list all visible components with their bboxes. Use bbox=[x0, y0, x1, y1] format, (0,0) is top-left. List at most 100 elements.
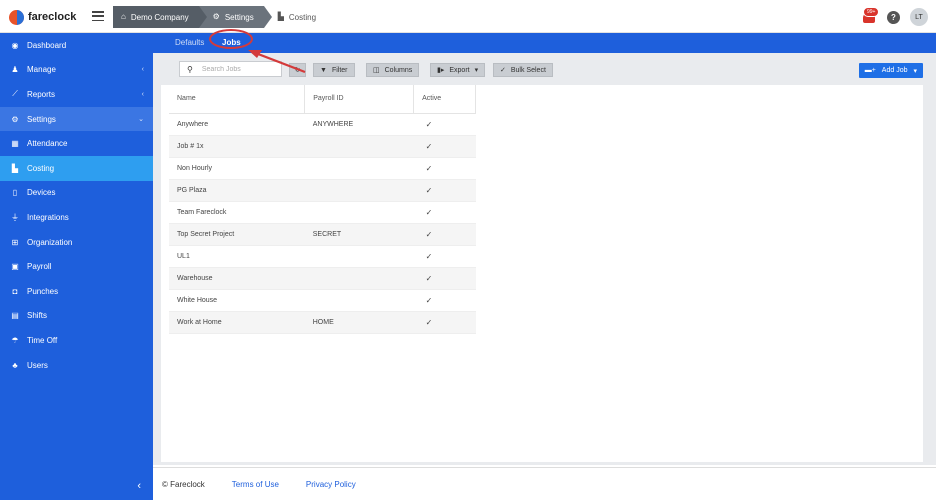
table-row[interactable]: Job # 1x ✓ bbox=[169, 135, 476, 158]
filter-button[interactable]: ▼ Filter bbox=[313, 63, 355, 77]
tab-defaults[interactable]: Defaults bbox=[175, 38, 204, 47]
table-row[interactable]: White House ✓ bbox=[169, 289, 476, 312]
sidebar-item-shifts[interactable]: ▤ Shifts bbox=[0, 304, 153, 329]
logo[interactable]: fareclock bbox=[9, 9, 76, 25]
user-icon: ♟ bbox=[11, 65, 19, 75]
sidebar: ◉ Dashboard ♟ Manage ‹ ⟋ Reports ‹ ⚙ Set… bbox=[0, 33, 153, 500]
payroll-id-cell bbox=[304, 157, 414, 180]
sidebar-item-dashboard[interactable]: ◉ Dashboard bbox=[0, 33, 153, 58]
hamburger-menu-icon[interactable] bbox=[92, 11, 104, 21]
sidebar-item-attendance[interactable]: ▦ Attendance bbox=[0, 131, 153, 156]
filter-label: Filter bbox=[331, 66, 348, 74]
dashboard-icon: ◉ bbox=[11, 40, 19, 50]
table-header-row: Name Payroll ID Active bbox=[169, 85, 476, 114]
sidebar-item-label: Attendance bbox=[27, 139, 68, 149]
refresh-icon: ↻ bbox=[294, 67, 301, 74]
table-row[interactable]: Warehouse ✓ bbox=[169, 267, 476, 290]
help-icon[interactable]: ? bbox=[887, 10, 900, 24]
chevron-left-icon: ‹ bbox=[141, 90, 144, 98]
breadcrumb-settings[interactable]: ⚙ Settings bbox=[198, 6, 272, 28]
sidebar-item-label: Manage bbox=[27, 65, 56, 75]
breadcrumb-costing[interactable]: ▙ Costing bbox=[263, 6, 327, 28]
bulk-select-button[interactable]: ✓ Bulk Select bbox=[493, 63, 553, 77]
sidebar-item-devices[interactable]: ▯ Devices bbox=[0, 181, 153, 206]
header-actions: 99+ ? LT bbox=[861, 7, 928, 27]
chevron-down-icon: ⌄ bbox=[138, 116, 144, 124]
sidebar-item-organization[interactable]: ⊞ Organization bbox=[0, 230, 153, 255]
active-check-icon: ✓ bbox=[413, 157, 476, 180]
notification-badge: 99+ bbox=[863, 7, 880, 17]
columns-icon: ◫ bbox=[373, 67, 380, 74]
export-icon: ▮▸ bbox=[437, 67, 445, 74]
active-check-icon: ✓ bbox=[413, 179, 476, 202]
job-name-cell: Team Fareclock bbox=[169, 201, 305, 224]
add-job-icon: ▬+ bbox=[864, 67, 876, 74]
export-button[interactable]: ▮▸ Export ▾ bbox=[430, 63, 486, 77]
sidebar-item-label: Organization bbox=[27, 237, 73, 247]
sidebar-item-label: Dashboard bbox=[27, 40, 67, 50]
sidebar-item-payroll[interactable]: ▣ Payroll bbox=[0, 254, 153, 279]
sidebar-item-users[interactable]: ♣ Users bbox=[0, 353, 153, 378]
sidebar-item-costing[interactable]: ▙ Costing bbox=[0, 155, 153, 181]
refresh-button[interactable]: ↻ bbox=[289, 63, 306, 77]
search-box: ⚲ bbox=[179, 61, 282, 77]
chevron-left-icon: ‹ bbox=[141, 66, 144, 74]
sidebar-item-label: Devices bbox=[27, 188, 56, 198]
table-row[interactable]: Work at Home HOME ✓ bbox=[169, 311, 476, 334]
chevron-left-icon: ‹ bbox=[137, 480, 141, 492]
payroll-id-cell: SECRET bbox=[304, 223, 414, 246]
table-row[interactable]: PG Plaza ✓ bbox=[169, 179, 476, 202]
sidebar-item-settings[interactable]: ⚙ Settings ⌄ bbox=[0, 106, 153, 132]
columns-button[interactable]: ◫ Columns bbox=[366, 63, 420, 77]
sidebar-item-label: Settings bbox=[27, 114, 56, 124]
payroll-id-cell: ANYWHERE bbox=[304, 113, 414, 136]
job-name-cell: White House bbox=[169, 289, 305, 312]
job-name-cell: Top Secret Project bbox=[169, 223, 305, 246]
caret-down-icon: ▾ bbox=[474, 67, 479, 74]
table-row[interactable]: Non Hourly ✓ bbox=[169, 157, 476, 180]
breadcrumb: ⌂ Demo Company ⚙ Settings ▙ Costing bbox=[113, 6, 327, 28]
filter-icon: ▼ bbox=[320, 66, 327, 74]
add-job-label: Add Job bbox=[881, 67, 908, 74]
sidebar-item-reports[interactable]: ⟋ Reports ‹ bbox=[0, 82, 153, 107]
sidebar-collapse-button[interactable]: ‹ bbox=[0, 472, 153, 500]
payroll-id-cell: HOME bbox=[304, 311, 414, 334]
sidebar-item-time-off[interactable]: ☂ Time Off bbox=[0, 328, 153, 353]
sidebar-item-integrations[interactable]: ⏚ Integrations bbox=[0, 205, 153, 230]
payroll-id-cell bbox=[304, 135, 414, 158]
terms-of-use-link[interactable]: Terms of Use bbox=[232, 480, 279, 489]
jobs-table: Name Payroll ID Active Anywhere ANYWHERE… bbox=[169, 85, 476, 334]
sidebar-item-label: Shifts bbox=[27, 311, 48, 321]
table-row[interactable]: Anywhere ANYWHERE ✓ bbox=[169, 113, 476, 136]
column-header-name[interactable]: Name bbox=[169, 85, 306, 114]
fareclock-logo-icon bbox=[9, 9, 24, 25]
search-input[interactable] bbox=[201, 65, 272, 73]
table-row[interactable]: Team Fareclock ✓ bbox=[169, 201, 476, 224]
active-check-icon: ✓ bbox=[413, 289, 476, 312]
bulk-select-label: Bulk Select bbox=[510, 66, 546, 74]
export-label: Export bbox=[449, 66, 470, 74]
add-job-button[interactable]: ▬+ Add Job ▾ bbox=[858, 63, 923, 78]
breadcrumb-company[interactable]: ⌂ Demo Company bbox=[113, 6, 207, 28]
sitemap-icon: ⊞ bbox=[11, 237, 19, 247]
table-row[interactable]: UL1 ✓ bbox=[169, 245, 476, 268]
settings-subtabs: Defaults Jobs bbox=[153, 33, 936, 53]
check-double-icon: ✓ bbox=[500, 67, 506, 74]
payroll-id-cell bbox=[304, 179, 414, 202]
sidebar-item-punches[interactable]: ◘ Punches bbox=[0, 279, 153, 304]
payroll-id-cell bbox=[304, 289, 414, 312]
column-header-active[interactable]: Active bbox=[413, 85, 476, 114]
avatar[interactable]: LT bbox=[910, 8, 928, 26]
privacy-policy-link[interactable]: Privacy Policy bbox=[306, 480, 356, 489]
table-row[interactable]: Top Secret Project SECRET ✓ bbox=[169, 223, 476, 246]
column-header-payroll-id[interactable]: Payroll ID bbox=[304, 85, 415, 114]
gear-icon: ⚙ bbox=[11, 114, 19, 124]
sidebar-item-label: Punches bbox=[27, 286, 59, 296]
search-icon: ⚲ bbox=[187, 64, 193, 74]
sidebar-item-manage[interactable]: ♟ Manage ‹ bbox=[0, 58, 153, 83]
job-name-cell: Job # 1x bbox=[169, 135, 305, 158]
payroll-id-cell bbox=[304, 245, 414, 268]
notifications-bell-icon[interactable]: 99+ bbox=[861, 7, 880, 25]
active-check-icon: ✓ bbox=[413, 245, 476, 268]
home-icon: ⌂ bbox=[121, 12, 126, 21]
